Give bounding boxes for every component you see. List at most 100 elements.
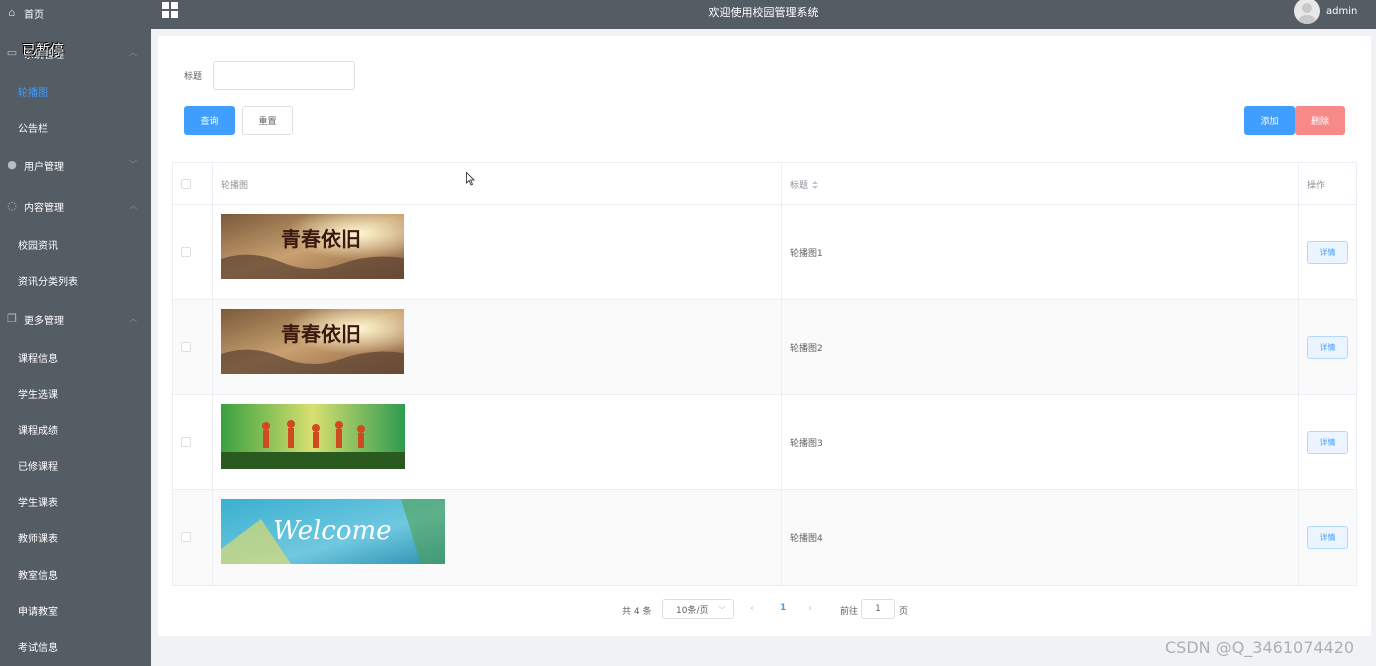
avatar[interactable] bbox=[1294, 0, 1320, 24]
detail-button[interactable]: 详情 bbox=[1307, 241, 1348, 264]
sidebar-item-label: 申请教室 bbox=[18, 606, 58, 618]
column-divider bbox=[1298, 163, 1299, 586]
column-header-image: 轮播图 bbox=[221, 181, 249, 191]
sort-icon[interactable] bbox=[812, 181, 819, 190]
sidebar-item-label: 考试信息 bbox=[18, 642, 58, 654]
user-name[interactable]: admin bbox=[1326, 6, 1357, 17]
copy-icon: ❐ bbox=[7, 312, 17, 325]
sidebar-item-notice[interactable]: 公告栏 bbox=[0, 109, 151, 145]
banner-image: Welcome bbox=[221, 499, 445, 564]
row-checkbox[interactable] bbox=[181, 247, 191, 257]
sidebar-item-carousel[interactable]: 轮播图 bbox=[0, 73, 151, 109]
delete-button[interactable]: 删除 bbox=[1295, 106, 1345, 135]
sidebar-item-label: 轮播图 bbox=[18, 87, 48, 99]
page-number[interactable]: 1 bbox=[780, 603, 786, 613]
row-title: 轮播图3 bbox=[790, 439, 823, 449]
table-header: 轮播图 标题 操作 bbox=[173, 163, 1356, 205]
banner-image: 青春依旧 bbox=[221, 309, 404, 374]
sidebar-item-label: 教师课表 bbox=[18, 533, 58, 545]
sidebar-item-label: 校园资讯 bbox=[18, 240, 58, 252]
sidebar-item-home[interactable]: ⌂ 首页 bbox=[0, 0, 151, 31]
sidebar-item-label: 资讯分类列表 bbox=[18, 276, 78, 288]
sidebar-item-label: 学生选课 bbox=[18, 389, 58, 401]
select-all-checkbox[interactable] bbox=[181, 179, 191, 189]
table-row: 青春依旧 轮播图2 详情 bbox=[173, 300, 1356, 395]
column-header-actions: 操作 bbox=[1307, 181, 1326, 191]
row-title: 轮播图4 bbox=[790, 534, 823, 544]
title-filter-label: 标题 bbox=[184, 72, 203, 82]
sidebar-group-more[interactable]: ❐ 更多管理 ︿ bbox=[0, 301, 151, 337]
add-button[interactable]: 添加 bbox=[1244, 106, 1295, 135]
search-button[interactable]: 查询 bbox=[184, 106, 235, 135]
sidebar-group-content[interactable]: ◌ 内容管理 ︿ bbox=[0, 188, 151, 224]
paused-overlay: 已暂停 bbox=[22, 43, 64, 59]
sidebar-item-label: 课程信息 bbox=[18, 353, 58, 365]
sidebar-item-label: 首页 bbox=[24, 9, 44, 21]
sidebar-item-completed-courses[interactable]: 已修课程 bbox=[0, 447, 151, 483]
home-icon: ⌂ bbox=[8, 6, 16, 19]
goto-unit: 页 bbox=[899, 607, 909, 617]
detail-button[interactable]: 详情 bbox=[1307, 336, 1348, 359]
sidebar-item-student-schedule[interactable]: 学生课表 bbox=[0, 483, 151, 519]
sidebar-item-course-select[interactable]: 学生选课 bbox=[0, 375, 151, 411]
monitor-icon: ▭ bbox=[6, 46, 18, 59]
watermark: CSDN @Q_3461074420 bbox=[1165, 638, 1355, 657]
column-header-title[interactable]: 标题 bbox=[790, 178, 819, 191]
pagination-total: 共 4 条 bbox=[622, 607, 652, 617]
next-page-icon[interactable]: › bbox=[808, 603, 812, 614]
prev-page-icon[interactable]: ‹ bbox=[750, 603, 754, 614]
sidebar-item-teacher-schedule[interactable]: 教师课表 bbox=[0, 519, 151, 555]
banner-image: 青春依旧 bbox=[221, 214, 404, 279]
page-size-value: 10条/页 bbox=[676, 605, 709, 616]
goto-page-input[interactable] bbox=[861, 599, 895, 619]
sidebar-item-apply-classroom[interactable]: 申请教室 bbox=[0, 592, 151, 628]
banner-text: Welcome bbox=[273, 516, 392, 546]
chevron-up-icon: ︿ bbox=[129, 314, 137, 323]
sidebar-item-campus-news[interactable]: 校园资讯 bbox=[0, 226, 151, 262]
sidebar-item-label: 课程成绩 bbox=[18, 425, 58, 437]
detail-button[interactable]: 详情 bbox=[1307, 431, 1348, 454]
chat-icon: ◌ bbox=[7, 199, 17, 212]
main-card: 标题 查询 重置 添加 删除 轮播图 标题 操作 青春依旧 轮播图1 详情 青春… bbox=[158, 36, 1371, 636]
banner-text: 青春依旧 bbox=[281, 322, 361, 346]
sidebar-group-users[interactable]: ● 用户管理 ﹀ bbox=[0, 147, 151, 183]
chevron-up-icon: ︿ bbox=[129, 201, 137, 210]
row-checkbox[interactable] bbox=[181, 342, 191, 352]
sidebar-item-course-info[interactable]: 课程信息 bbox=[0, 339, 151, 375]
header-title: 欢迎使用校园管理系统 bbox=[708, 6, 819, 19]
table-row: 青春依旧 轮播图1 详情 bbox=[173, 205, 1356, 300]
sidebar-group-label: 内容管理 bbox=[24, 202, 64, 214]
banner-image bbox=[221, 404, 405, 469]
sidebar-item-label: 教室信息 bbox=[18, 570, 58, 582]
sidebar-item-classroom-info[interactable]: 教室信息 bbox=[0, 556, 151, 592]
sidebar-item-label: 已修课程 bbox=[18, 461, 58, 473]
top-header: 欢迎使用校园管理系统 admin bbox=[151, 0, 1376, 29]
chevron-down-icon: ﹀ bbox=[129, 160, 137, 169]
column-divider bbox=[212, 163, 213, 586]
chevron-up-icon: ︿ bbox=[129, 48, 137, 57]
reset-button[interactable]: 重置 bbox=[242, 106, 293, 135]
column-divider bbox=[781, 163, 782, 586]
mouse-cursor-icon bbox=[466, 172, 475, 186]
sidebar-item-exam-info[interactable]: 考试信息 bbox=[0, 628, 151, 664]
chevron-down-icon: ﹀ bbox=[718, 606, 726, 615]
page-size-select[interactable]: 10条/页 ﹀ bbox=[662, 599, 734, 619]
sidebar-item-label: 学生课表 bbox=[18, 497, 58, 509]
sidebar-group-label: 用户管理 bbox=[24, 161, 64, 173]
sidebar-item-news-category[interactable]: 资讯分类列表 bbox=[0, 262, 151, 298]
row-checkbox[interactable] bbox=[181, 532, 191, 542]
title-filter-input[interactable] bbox=[213, 61, 355, 90]
column-header-title-label: 标题 bbox=[790, 181, 809, 191]
user-icon: ● bbox=[7, 158, 17, 171]
goto-label: 前往 bbox=[840, 607, 859, 617]
row-title: 轮播图2 bbox=[790, 344, 823, 354]
sidebar-item-label: 公告栏 bbox=[18, 123, 48, 135]
data-table: 轮播图 标题 操作 青春依旧 轮播图1 详情 青春依旧 轮播图2 详情 轮播图3… bbox=[172, 162, 1357, 586]
row-title: 轮播图1 bbox=[790, 249, 823, 259]
sidebar-item-course-grades[interactable]: 课程成绩 bbox=[0, 411, 151, 447]
banner-text: 青春依旧 bbox=[281, 227, 361, 251]
detail-button[interactable]: 详情 bbox=[1307, 526, 1348, 549]
row-checkbox[interactable] bbox=[181, 437, 191, 447]
table-row: Welcome 轮播图4 详情 bbox=[173, 490, 1356, 585]
sidebar-group-label: 更多管理 bbox=[24, 315, 64, 327]
